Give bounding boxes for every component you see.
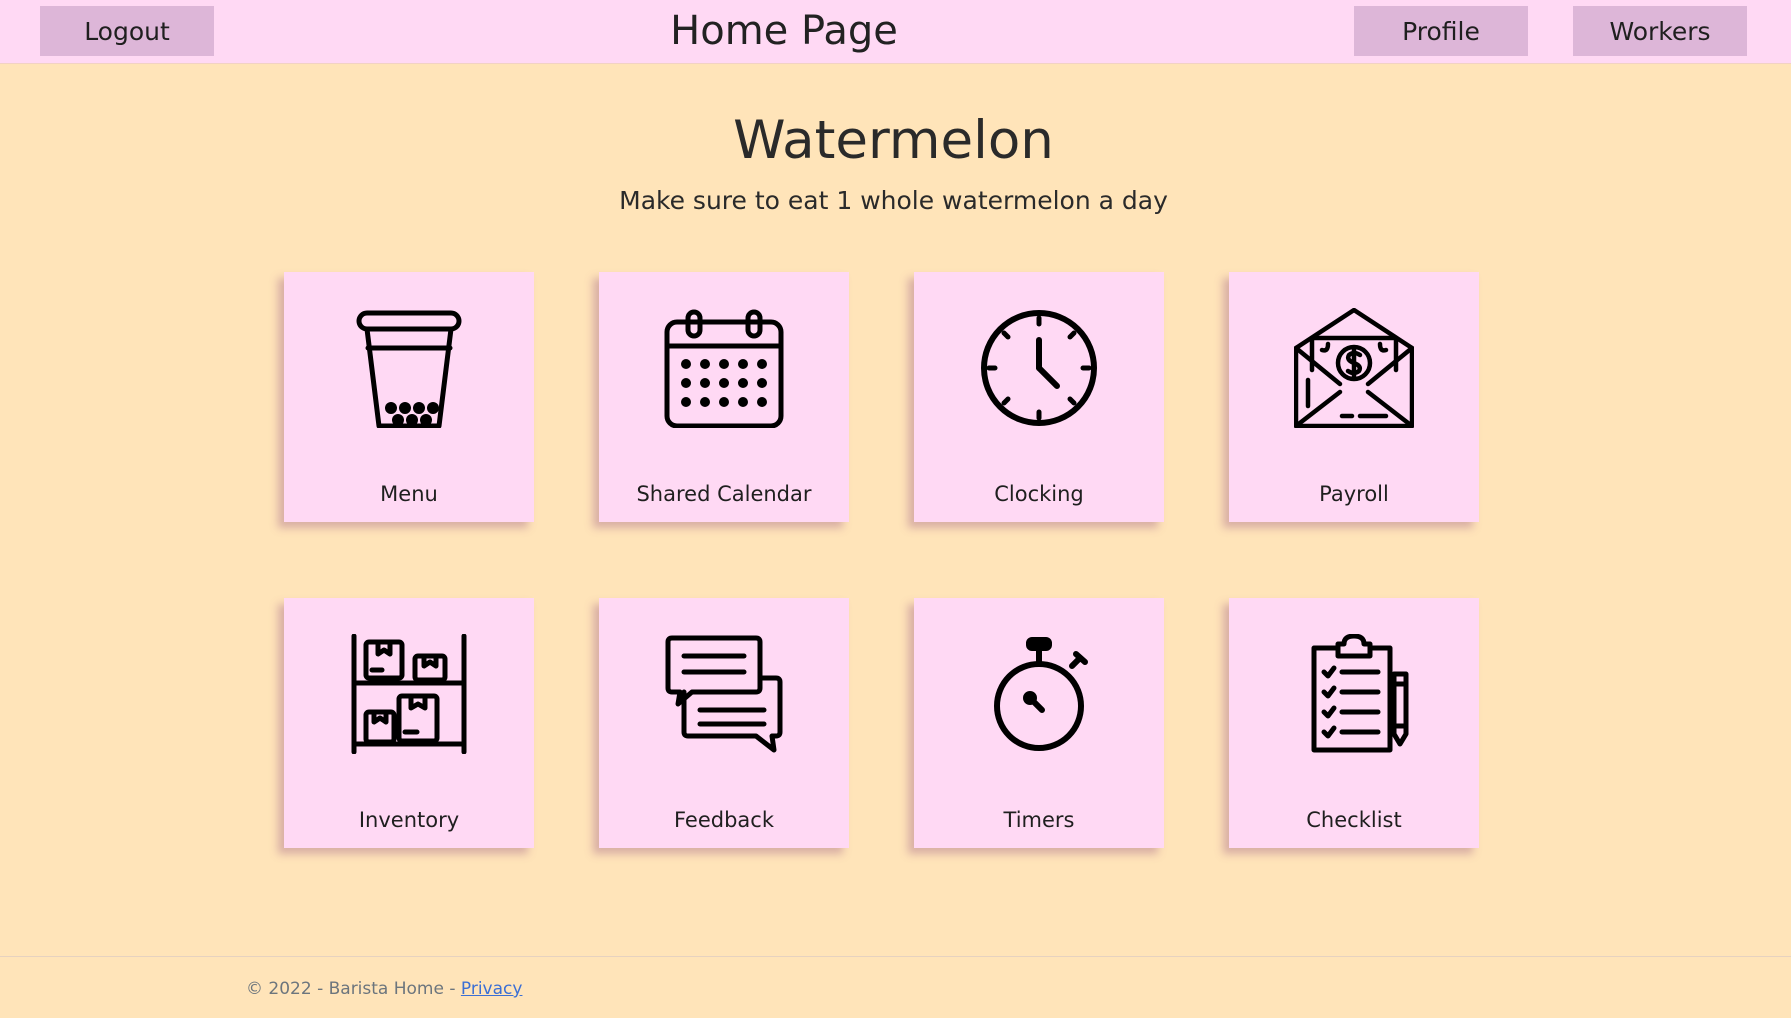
clock-icon — [981, 310, 1097, 426]
stopwatch-icon — [994, 637, 1088, 751]
money-envelope-icon — [1294, 308, 1414, 428]
tile-feedback[interactable]: Feedback — [599, 598, 849, 848]
logout-button[interactable]: Logout — [40, 6, 214, 56]
hero-subtitle: Make sure to eat 1 whole watermelon a da… — [619, 186, 1168, 215]
copyright-text: © 2022 - Barista Home - — [246, 979, 461, 999]
hero-title: Watermelon — [733, 110, 1054, 171]
tile-label: Shared Calendar — [636, 482, 812, 506]
tile-label: Timers — [1003, 808, 1075, 832]
tile-inventory[interactable]: Inventory — [284, 598, 534, 848]
tile-menu[interactable]: Menu — [284, 272, 534, 522]
profile-button[interactable]: Profile — [1354, 6, 1528, 56]
tile-checklist[interactable]: Checklist — [1229, 598, 1479, 848]
footer: © 2022 - Barista Home - Privacy — [0, 956, 1791, 1018]
tile-label: Inventory — [358, 808, 460, 832]
bubble-tea-cup-icon — [356, 310, 462, 428]
workers-button[interactable]: Workers — [1573, 6, 1747, 56]
chat-bubbles-icon — [665, 635, 783, 753]
shelf-boxes-icon — [351, 634, 467, 754]
tile-label: Payroll — [1319, 482, 1389, 506]
tile-label: Clocking — [994, 482, 1084, 506]
privacy-link[interactable]: Privacy — [461, 979, 523, 999]
page-title: Home Page — [670, 8, 898, 54]
tile-clocking[interactable]: Clocking — [914, 272, 1164, 522]
tile-shared-calendar[interactable]: Shared Calendar — [599, 272, 849, 522]
top-navbar: Home Page Logout Profile Workers — [0, 0, 1791, 64]
tile-label: Menu — [380, 482, 438, 506]
tile-timers[interactable]: Timers — [914, 598, 1164, 848]
clipboard-checklist-icon — [1311, 634, 1409, 753]
tile-payroll[interactable]: Payroll — [1229, 272, 1479, 522]
tile-label: Feedback — [673, 808, 774, 832]
tile-label: Checklist — [1306, 808, 1402, 832]
calendar-icon — [664, 309, 784, 428]
footer-text: © 2022 - Barista Home - Privacy — [246, 979, 522, 999]
